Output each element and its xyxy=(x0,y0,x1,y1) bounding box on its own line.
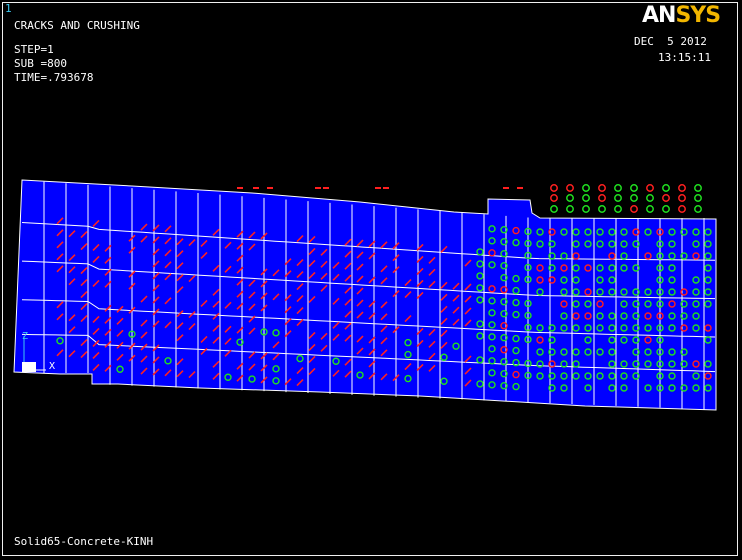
crush-mark xyxy=(582,194,590,202)
crush-mark xyxy=(550,205,558,213)
crush-mark xyxy=(566,184,574,192)
crush-mark xyxy=(694,205,702,213)
triad-z-label: Z xyxy=(22,331,29,342)
crush-mark xyxy=(598,205,606,213)
crush-mark xyxy=(566,205,574,213)
crush-mark xyxy=(662,184,670,192)
crush-mark xyxy=(630,184,638,192)
crush-mark xyxy=(646,205,654,213)
crush-mark xyxy=(630,194,638,202)
crush-mark xyxy=(646,194,654,202)
footer-jobname: Solid65-Concrete-KINH xyxy=(14,535,154,548)
crush-mark xyxy=(694,194,702,202)
ansys-graphics-window[interactable]: 1 CRACKS AND CRUSHING STEP=1 SUB =800 TI… xyxy=(0,0,742,560)
crush-mark xyxy=(678,205,686,213)
finite-element-model[interactable] xyxy=(0,0,742,560)
crush-mark xyxy=(662,194,670,202)
crush-mark xyxy=(678,194,686,202)
triad-origin xyxy=(22,362,36,372)
crush-mark xyxy=(582,205,590,213)
crush-mark xyxy=(614,194,622,202)
crush-mark xyxy=(678,184,686,192)
crush-mark xyxy=(566,194,574,202)
crush-mark xyxy=(662,205,670,213)
crush-mark xyxy=(550,194,558,202)
crush-mark xyxy=(582,184,590,192)
crush-mark xyxy=(598,184,606,192)
crush-mark xyxy=(646,184,654,192)
crush-mark xyxy=(598,194,606,202)
crush-mark xyxy=(630,205,638,213)
triad-x-label: X xyxy=(49,361,56,372)
crush-mark xyxy=(614,184,622,192)
crush-mark xyxy=(550,184,558,192)
crush-mark xyxy=(694,184,702,192)
crush-mark xyxy=(614,205,622,213)
